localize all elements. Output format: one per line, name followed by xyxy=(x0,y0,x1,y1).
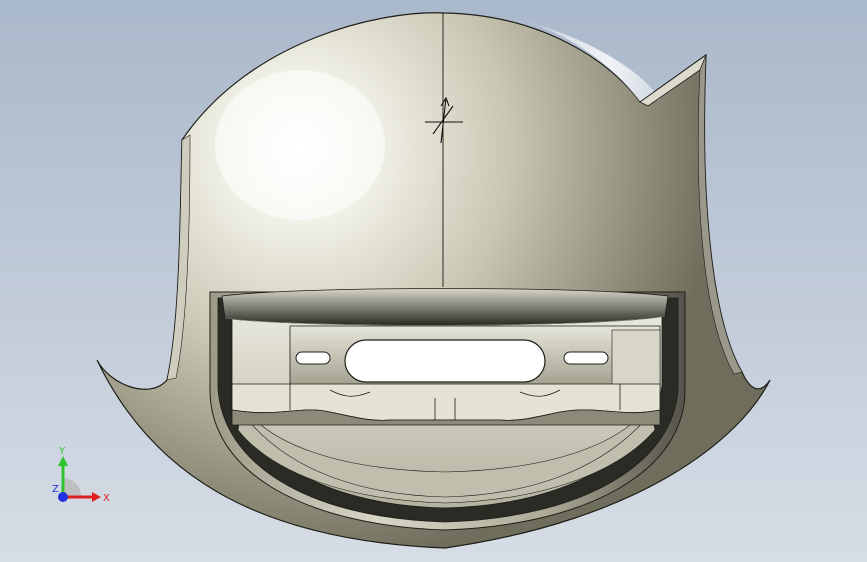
boss-row[interactable] xyxy=(231,383,661,426)
right-slot xyxy=(563,351,609,365)
coordinate-triad[interactable]: Y X Z xyxy=(52,446,110,504)
inner-bracket[interactable] xyxy=(289,325,661,391)
top-lip xyxy=(221,288,669,326)
z-axis-dot xyxy=(58,492,68,502)
y-axis-label: Y xyxy=(58,446,66,457)
graphics-viewport[interactable]: Y X Z xyxy=(0,0,867,562)
model-canvas[interactable]: Y X Z xyxy=(0,0,867,562)
center-slot xyxy=(344,339,546,383)
x-axis-label: X xyxy=(103,493,110,504)
z-axis-label: Z xyxy=(52,484,59,495)
left-slot xyxy=(295,351,331,365)
